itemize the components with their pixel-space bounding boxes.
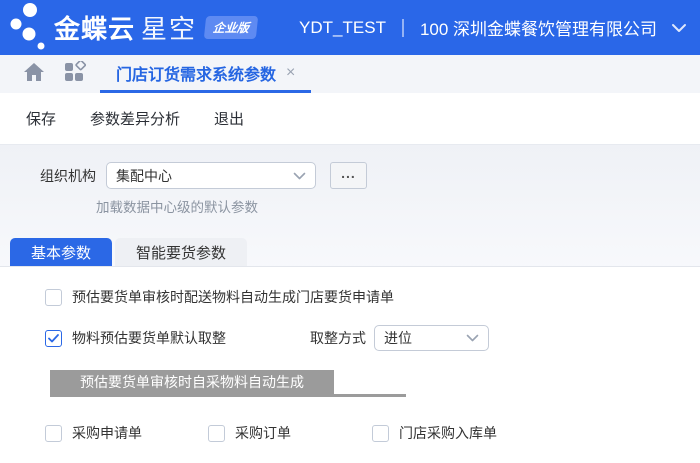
close-tab-icon[interactable]: × xyxy=(286,64,295,82)
document-tab[interactable]: 门店订货需求系统参数 × xyxy=(100,55,311,93)
parameter-tabs: 基本参数 智能要货参数 xyxy=(0,238,700,267)
account-name: YDT_TEST xyxy=(299,18,386,38)
edition-badge: 企业版 xyxy=(204,16,258,39)
store-purchase-inbound-label: 门店采购入库单 xyxy=(399,423,497,443)
organization-row: 组织机构 集配中心 ... xyxy=(0,145,700,189)
self-purchase-options-row: 采购申请单 采购订单 门店采购入库单 xyxy=(45,423,700,443)
top-bar: 金蝶云 星空 企业版 YDT_TEST 100 深圳金蝶餐饮管理有限公司 xyxy=(0,0,700,55)
organization-select[interactable]: 集配中心 xyxy=(106,162,316,189)
company-name: 100 深圳金蝶餐饮管理有限公司 xyxy=(420,15,657,40)
self-purchase-group-title: 预估要货单审核时自采物料自动生成 xyxy=(50,370,334,394)
auto-generate-request-label: 预估要货单审核时配送物料自动生成门店要货申请单 xyxy=(72,287,394,307)
organization-select-value: 集配中心 xyxy=(116,166,172,186)
organization-lookup-button[interactable]: ... xyxy=(330,162,367,189)
rounding-method-value: 进位 xyxy=(384,328,412,348)
auto-generate-request-row: 预估要货单审核时配送物料自动生成门店要货申请单 xyxy=(45,287,700,307)
chevron-down-icon xyxy=(466,334,479,342)
save-button[interactable]: 保存 xyxy=(26,108,56,129)
organization-label: 组织机构 xyxy=(40,166,96,186)
purchase-order-item: 采购订单 xyxy=(208,423,372,443)
toolbar: 保存 参数差异分析 退出 xyxy=(0,93,700,145)
purchase-request-label: 采购申请单 xyxy=(72,423,142,443)
tab-basic-parameters[interactable]: 基本参数 xyxy=(10,238,112,266)
purchase-request-item: 采购申请单 xyxy=(45,423,208,443)
group-header-underline: 预估要货单审核时自采物料自动生成 xyxy=(50,370,406,397)
logo-text-2: 星空 xyxy=(141,9,197,46)
tab-strip: 门店订货需求系统参数 × xyxy=(0,55,700,93)
company-dropdown-chevron-icon[interactable] xyxy=(671,23,687,33)
org-helper-text: 加载数据中心级的默认参数 xyxy=(96,196,700,216)
default-rounding-row: 物料预估要货单默认取整 取整方式 进位 xyxy=(45,325,700,351)
default-rounding-checkbox[interactable] xyxy=(45,330,62,347)
kingdee-logo-icon xyxy=(6,0,52,55)
auto-generate-request-checkbox[interactable] xyxy=(45,289,62,306)
default-rounding-label: 物料预估要货单默认取整 xyxy=(72,328,226,348)
param-diff-analysis-button[interactable]: 参数差异分析 xyxy=(90,108,180,129)
store-purchase-inbound-checkbox[interactable] xyxy=(372,425,389,442)
tab-smart-ordering-parameters[interactable]: 智能要货参数 xyxy=(115,238,247,266)
topbar-divider xyxy=(402,19,404,37)
basic-parameters-panel: 预估要货单审核时配送物料自动生成门店要货申请单 物料预估要货单默认取整 取整方式… xyxy=(0,267,700,463)
home-icon[interactable] xyxy=(24,63,44,86)
logo-text: 金蝶云 xyxy=(54,9,135,46)
rounding-method-select[interactable]: 进位 xyxy=(374,325,489,351)
purchase-order-label: 采购订单 xyxy=(235,423,291,443)
apps-grid-icon[interactable] xyxy=(64,61,86,88)
rounding-method-label: 取整方式 xyxy=(310,328,366,348)
purchase-request-checkbox[interactable] xyxy=(45,425,62,442)
store-purchase-inbound-item: 门店采购入库单 xyxy=(372,423,497,443)
chevron-down-icon xyxy=(293,172,306,180)
content-area: 组织机构 集配中心 ... 加载数据中心级的默认参数 基本参数 智能要货参数 预… xyxy=(0,145,700,463)
exit-button[interactable]: 退出 xyxy=(214,108,244,129)
purchase-order-checkbox[interactable] xyxy=(208,425,225,442)
document-tab-label: 门店订货需求系统参数 xyxy=(116,61,276,85)
